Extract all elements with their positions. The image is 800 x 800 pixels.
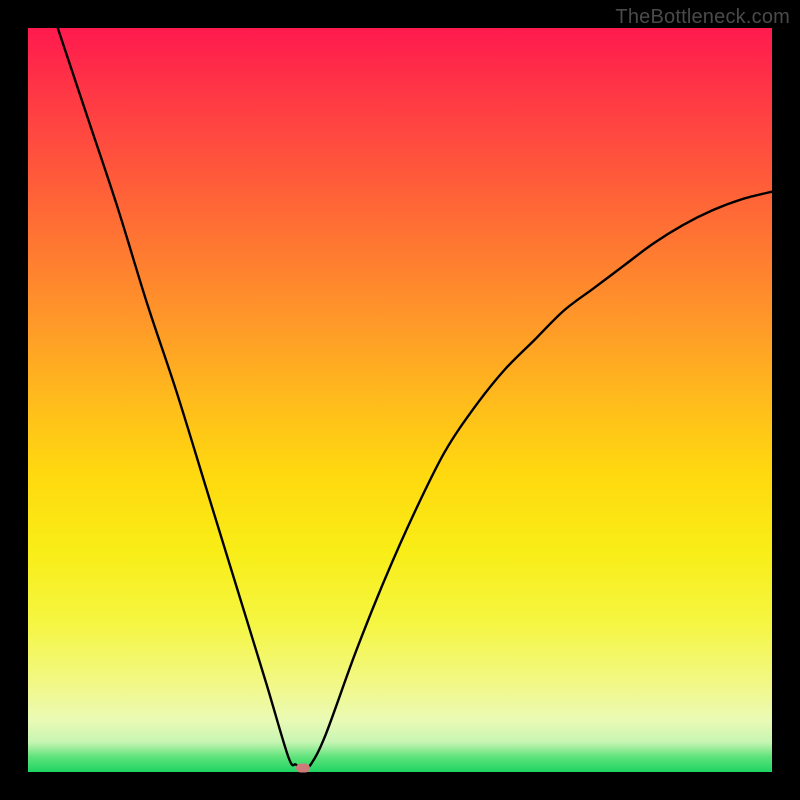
watermark-text: TheBottleneck.com <box>615 6 790 29</box>
min-marker <box>296 764 310 773</box>
plot-area <box>28 28 772 772</box>
curve-line <box>28 28 772 772</box>
